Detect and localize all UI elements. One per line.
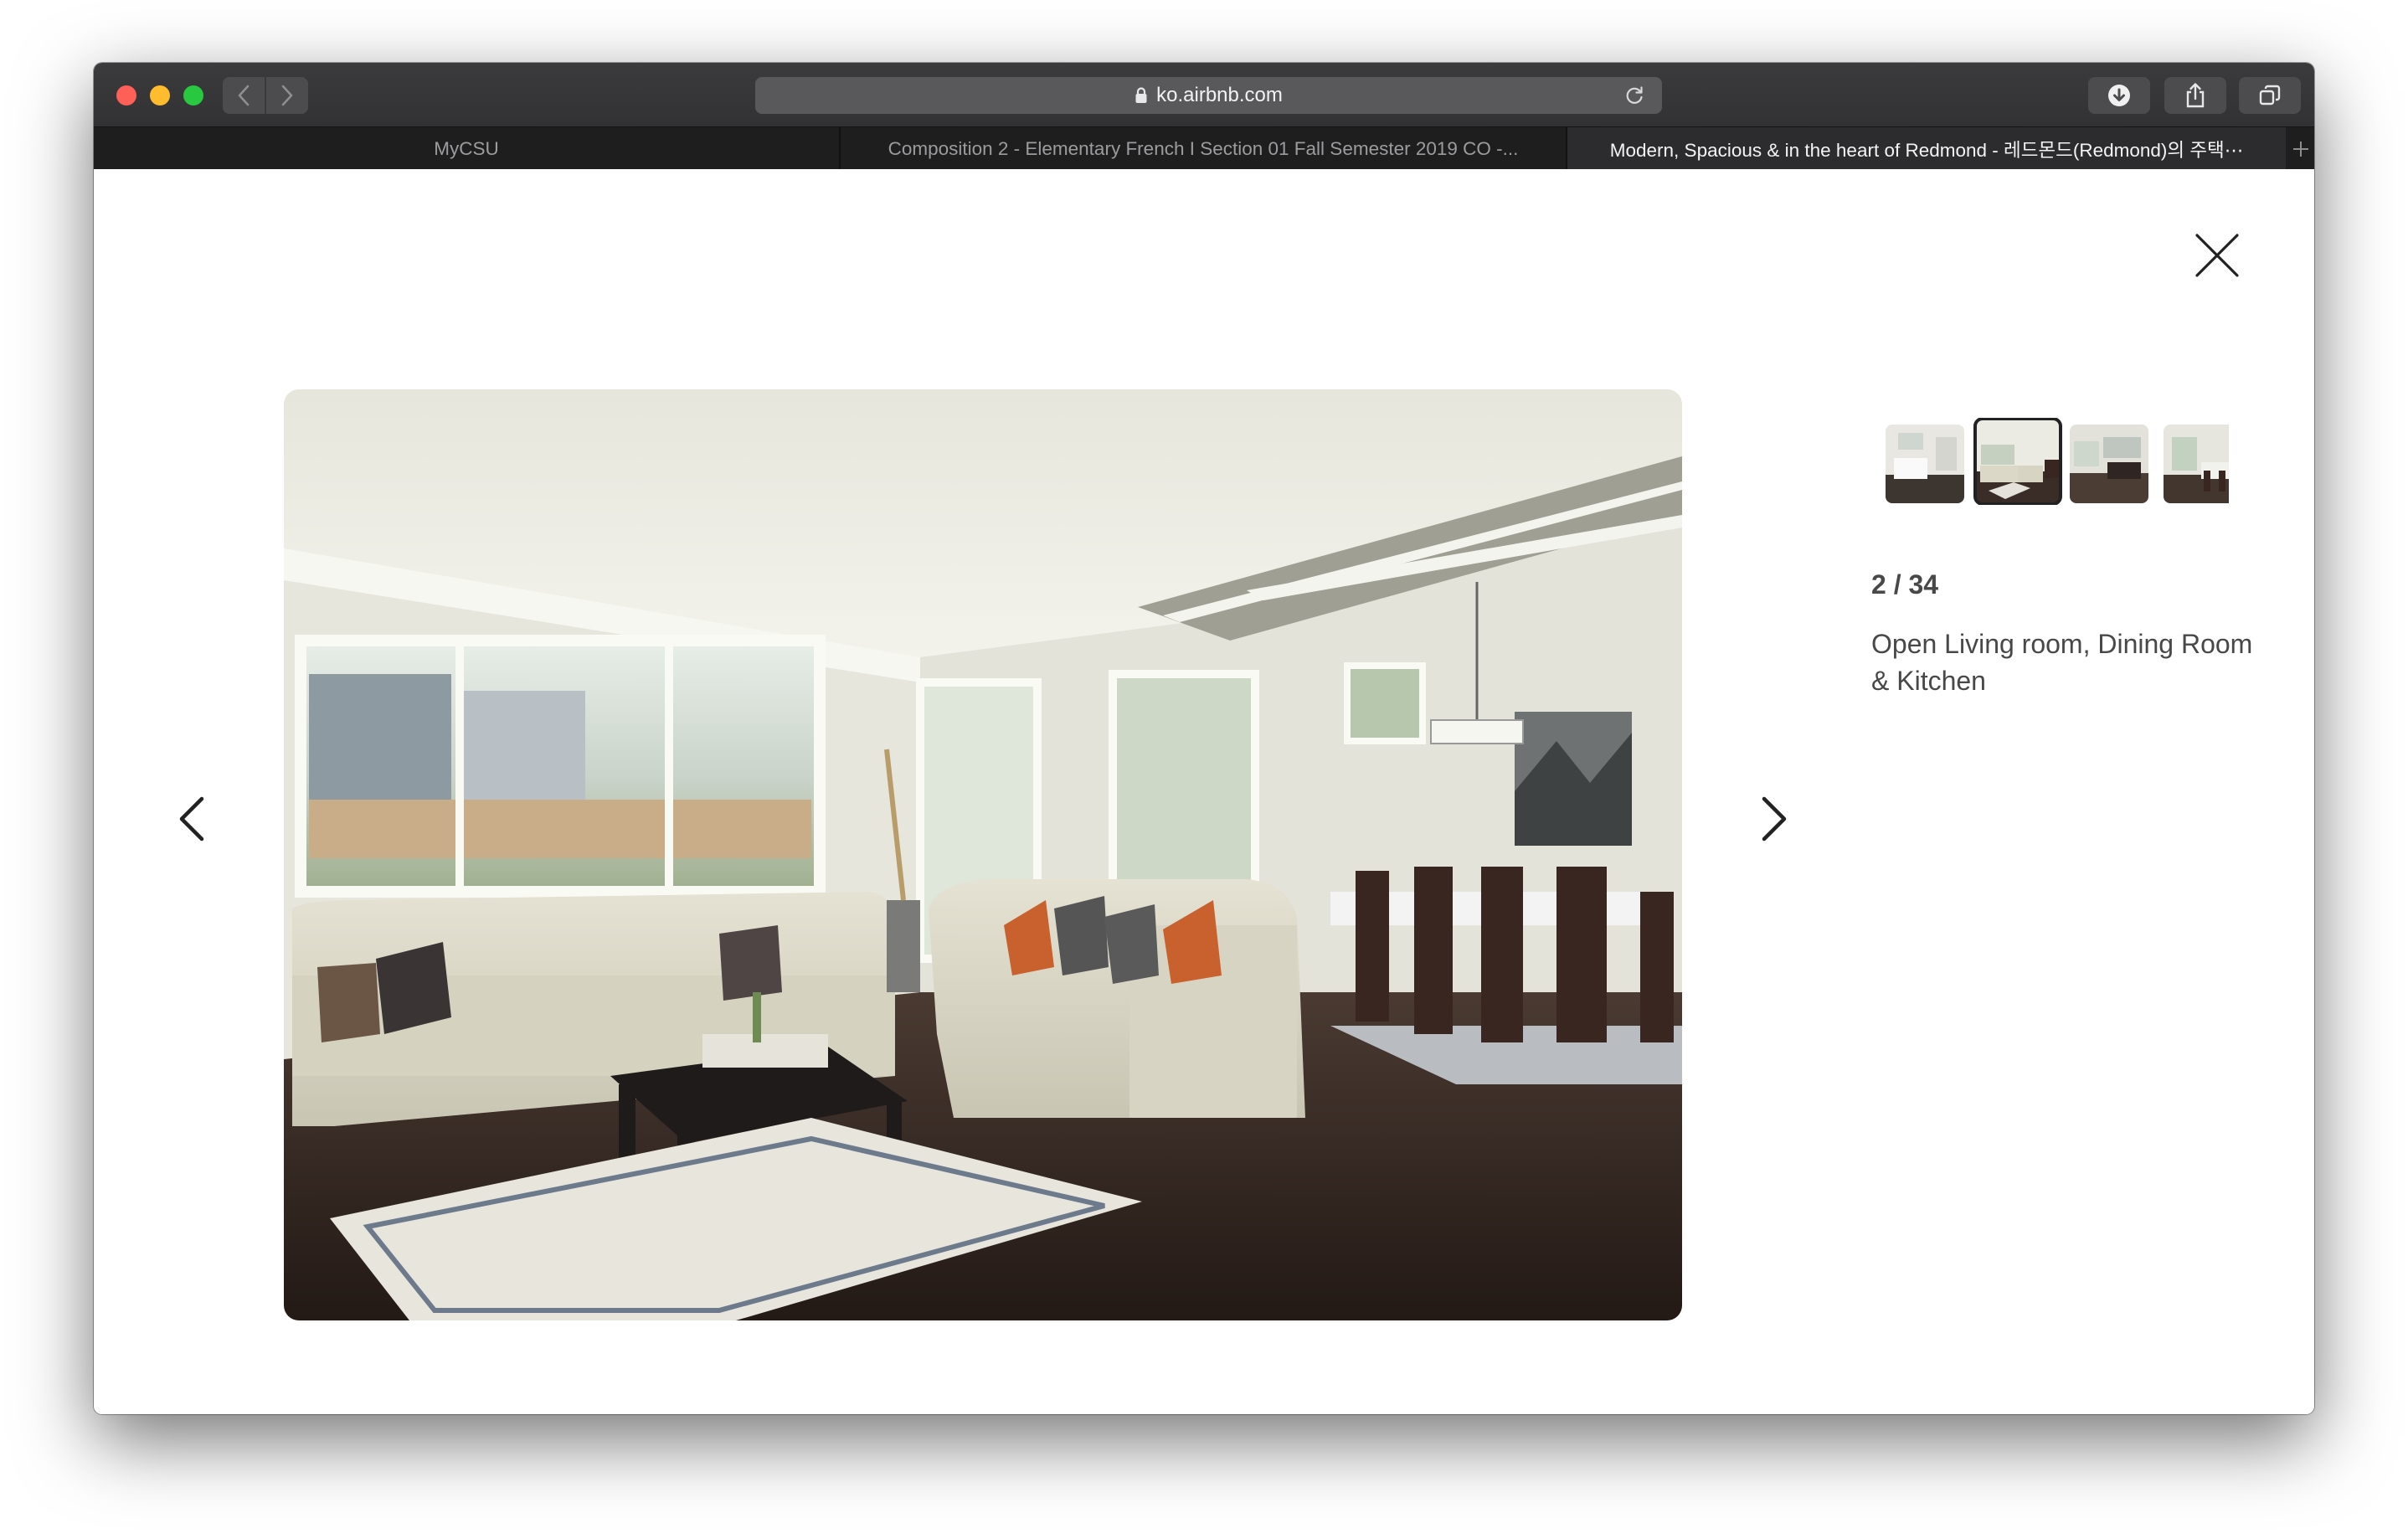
main-photo <box>284 389 1682 1320</box>
close-icon <box>2195 234 2239 277</box>
close-gallery-button[interactable] <box>2192 230 2242 281</box>
browser-window: ko.airbnb.com MyCSU Composition 2 - Elem… <box>94 63 2314 1414</box>
chevron-right-icon <box>1762 796 1787 842</box>
photo-caption: Open Living room, Dining Room & Kitchen <box>1871 629 2253 696</box>
chevron-right-icon <box>281 85 293 106</box>
title-bar: ko.airbnb.com <box>94 63 2314 126</box>
photo-gallery: 2 / 34 Open Living room, Dining Room & K… <box>94 169 2314 1414</box>
share-icon <box>2186 83 2205 108</box>
address-bar[interactable]: ko.airbnb.com <box>755 77 1662 114</box>
tab-mycsu[interactable]: MyCSU <box>94 127 841 170</box>
tab-bar: MyCSU Composition 2 - Elementary French … <box>94 126 2314 170</box>
plus-icon <box>2293 141 2308 157</box>
back-button[interactable] <box>223 77 265 114</box>
share-button[interactable] <box>2164 77 2226 114</box>
thumbnail-strip <box>1886 418 2229 505</box>
thumbnail-2[interactable] <box>1973 418 2062 505</box>
chevron-left-icon <box>179 796 204 842</box>
previous-photo-button[interactable] <box>169 785 214 852</box>
thumbnail-3[interactable] <box>2070 425 2148 503</box>
reload-icon[interactable] <box>1623 85 1645 106</box>
download-icon <box>2108 85 2130 106</box>
zoom-window-button[interactable] <box>183 85 203 106</box>
chevron-left-icon <box>238 85 250 106</box>
tab-composition[interactable]: Composition 2 - Elementary French I Sect… <box>841 127 1567 170</box>
thumbnail-1[interactable] <box>1886 425 1964 503</box>
next-photo-button[interactable] <box>1752 785 1797 852</box>
tabs-overview-icon <box>2259 85 2281 106</box>
forward-button[interactable] <box>265 77 308 114</box>
new-tab-button[interactable] <box>2287 127 2314 170</box>
tab-airbnb-listing[interactable]: Modern, Spacious & in the heart of Redmo… <box>1567 127 2286 170</box>
navigation-buttons <box>223 77 308 114</box>
minimize-window-button[interactable] <box>150 85 170 106</box>
close-window-button[interactable] <box>116 85 136 106</box>
thumbnail-4[interactable] <box>2164 425 2229 503</box>
url-text: ko.airbnb.com <box>1156 84 1283 106</box>
tab-overview-button[interactable] <box>2239 77 2301 114</box>
lock-icon <box>1135 87 1148 104</box>
download-button[interactable] <box>2088 77 2150 114</box>
photo-counter: 2 / 34 <box>1871 569 1939 600</box>
